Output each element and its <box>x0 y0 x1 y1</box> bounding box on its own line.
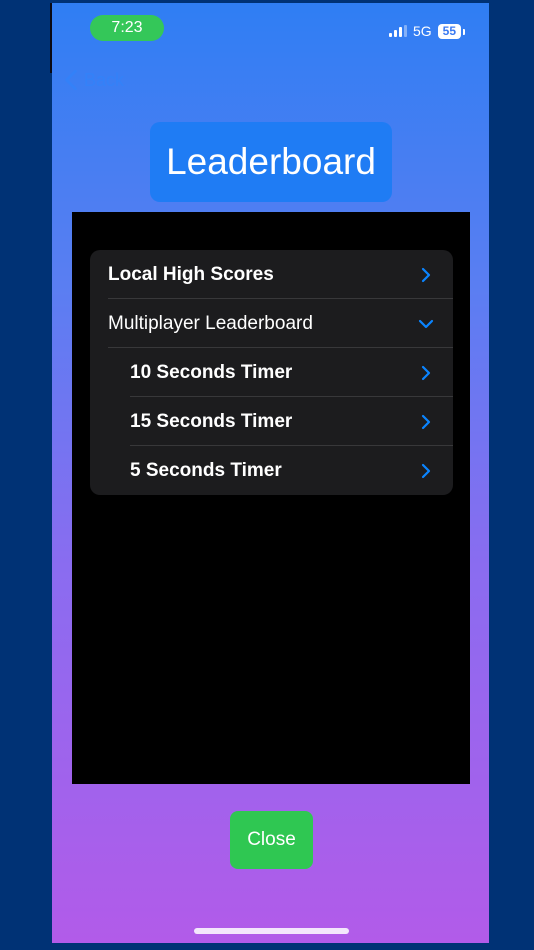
status-time: 7:23 <box>90 15 164 41</box>
chevron-left-icon <box>65 69 77 91</box>
list-item-multiplayer-leaderboard[interactable]: Multiplayer Leaderboard <box>90 299 453 348</box>
close-button[interactable]: Close <box>230 811 313 869</box>
back-button[interactable]: Back <box>64 69 124 91</box>
list-item-local-high-scores[interactable]: Local High Scores <box>90 250 453 299</box>
chevron-right-icon <box>415 460 437 482</box>
chevron-down-icon <box>415 313 437 335</box>
leaderboard-list: Local High Scores Multiplayer Leaderboar… <box>90 250 453 495</box>
leaderboard-panel: Local High Scores Multiplayer Leaderboar… <box>72 212 470 784</box>
list-item-5-seconds-timer[interactable]: 5 Seconds Timer <box>90 446 453 495</box>
list-item-label: 5 Seconds Timer <box>130 459 282 481</box>
list-item-10-seconds-timer[interactable]: 10 Seconds Timer <box>90 348 453 397</box>
list-item-label: 10 Seconds Timer <box>130 361 293 383</box>
signal-icon <box>388 25 407 37</box>
status-indicators: 5G 55 <box>388 23 466 39</box>
page-title: Leaderboard <box>150 122 392 202</box>
phone-screen: 7:23 5G 55 Back Leaderboard Local High S… <box>52 3 489 943</box>
chevron-right-icon <box>415 362 437 384</box>
chevron-right-icon <box>415 264 437 286</box>
battery-icon: 55 <box>437 23 466 39</box>
list-item-label: 15 Seconds Timer <box>130 410 293 432</box>
back-label: Back <box>84 69 125 90</box>
list-item-label: Local High Scores <box>108 263 274 285</box>
home-indicator[interactable] <box>194 928 349 934</box>
network-label: 5G <box>412 23 432 39</box>
list-item-15-seconds-timer[interactable]: 15 Seconds Timer <box>90 397 453 446</box>
chevron-right-icon <box>415 411 437 433</box>
list-item-label: Multiplayer Leaderboard <box>108 312 313 334</box>
